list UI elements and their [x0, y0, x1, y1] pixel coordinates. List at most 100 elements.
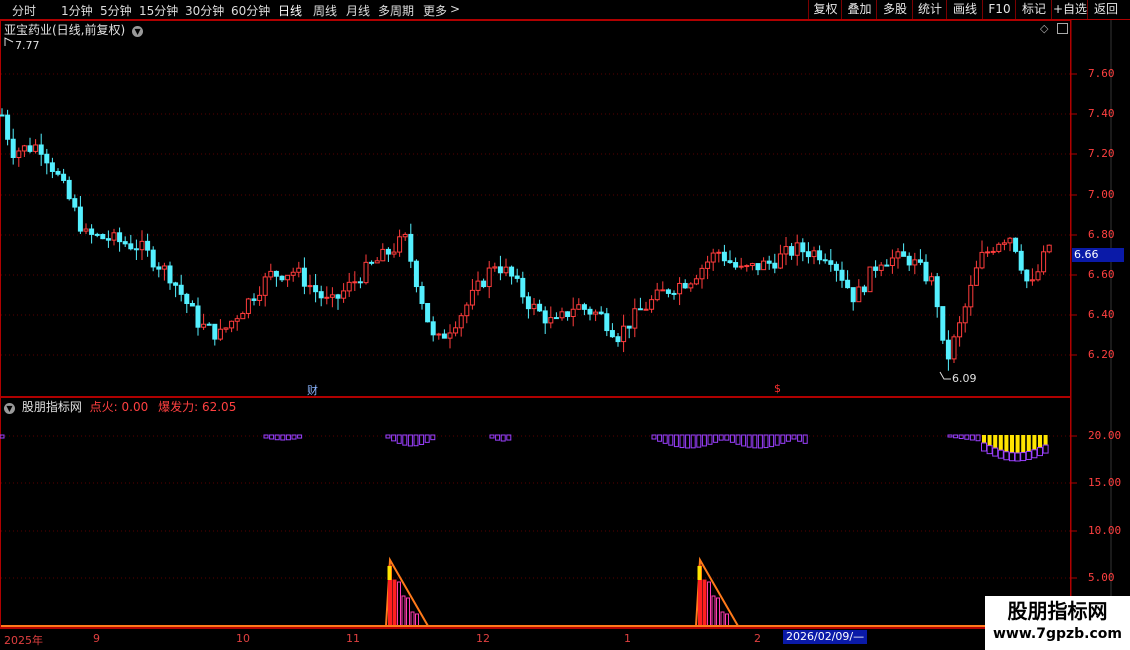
candle-body: [419, 286, 425, 304]
candle-body: [122, 241, 128, 245]
candle-body: [206, 323, 212, 326]
candle-body: [632, 308, 638, 329]
candle-body: [598, 311, 604, 315]
candle-body: [475, 280, 481, 291]
diamond-icon[interactable]: ◇: [1040, 22, 1048, 35]
candle-body: [374, 260, 380, 264]
candle-body: [822, 259, 828, 262]
main-title: 亚宝药业(日线,前复权) ▼: [4, 21, 144, 38]
candle-body: [749, 263, 755, 267]
candle-body: [559, 311, 565, 319]
candle-body: [1018, 250, 1024, 271]
spike-bar: [401, 595, 406, 627]
date-tick-label: 2025年: [4, 634, 43, 647]
indicator-bar: [752, 434, 758, 449]
candle-body: [16, 150, 22, 158]
candle-body: [783, 246, 789, 255]
candle-body: [385, 248, 391, 255]
candle-body: [660, 289, 666, 292]
finance-marker[interactable]: 财: [307, 382, 318, 398]
candle-body: [380, 248, 386, 262]
yellow-bar: [1015, 435, 1020, 453]
watermark: 股朋指标网 www.7gpzb.com: [985, 596, 1130, 650]
candle-body: [497, 266, 503, 274]
date-tick-label: 10: [236, 632, 250, 645]
candle-body: [335, 294, 341, 299]
indicator-bar: [1042, 444, 1049, 454]
indicator-pane-border: [0, 397, 1071, 628]
candle-body: [33, 144, 39, 152]
candle-body: [917, 259, 923, 263]
spike-bar: [406, 597, 410, 627]
candle-body: [677, 282, 683, 295]
candle-body: [514, 275, 520, 279]
candle-body: [27, 145, 33, 152]
candle-body: [626, 325, 632, 329]
candle-body: [654, 289, 660, 301]
candle-body: [279, 275, 285, 281]
candle-body: [856, 286, 862, 303]
candle-body: [268, 270, 274, 278]
spike-bar: [725, 613, 729, 627]
indicator-bar: [402, 434, 408, 446]
indicator-tick-label: 5.00: [1088, 571, 1115, 584]
candle-body: [867, 266, 873, 293]
indicator-name: 股朋指标网: [21, 400, 82, 414]
candle-body: [128, 243, 134, 250]
candle-body: [682, 282, 688, 289]
param2-value: 62.05: [201, 400, 237, 414]
yellow-bar: [1010, 435, 1014, 453]
candle-body: [727, 260, 733, 264]
candle-body: [492, 266, 498, 269]
candle-body: [705, 261, 711, 269]
candle-body: [5, 114, 11, 140]
watermark-url: www.7gpzb.com: [992, 626, 1122, 642]
indicator-bar: [1009, 452, 1015, 462]
high-pointer: [4, 37, 14, 46]
spike-yellow: [387, 566, 392, 580]
candle-body: [861, 286, 867, 293]
yellow-bar: [998, 435, 1003, 451]
candle-body: [671, 292, 677, 295]
chevron-down-icon[interactable]: ▼: [132, 26, 144, 37]
candle-body: [464, 304, 470, 317]
candle-body: [402, 233, 408, 238]
indicator-title: ▼ 股朋指标网 点火: 0.00 爆发力: 62.05: [4, 398, 236, 415]
stock-chart-canvas[interactable]: [0, 0, 1130, 650]
candle-body: [139, 240, 145, 251]
candle-body: [273, 270, 279, 277]
candle-body: [688, 283, 694, 289]
candle-body: [10, 138, 16, 158]
candle-body: [447, 332, 453, 339]
dollar-marker[interactable]: $: [774, 382, 781, 395]
candle-body: [133, 248, 139, 251]
candle-body: [201, 323, 207, 328]
candle-body: [576, 304, 582, 310]
candle-body: [777, 253, 783, 269]
candle-body: [195, 305, 201, 328]
candle-body: [251, 298, 257, 301]
candle-body: [1013, 237, 1019, 252]
yellow-bar: [1043, 435, 1048, 446]
price-tick-label: 6.60: [1088, 268, 1115, 281]
indicator-bar: [741, 434, 747, 447]
spike-bar: [720, 611, 725, 627]
candle-body: [621, 325, 627, 343]
candle-body: [44, 153, 50, 164]
candle-body: [469, 289, 475, 306]
candle-body: [884, 264, 890, 267]
window-icon[interactable]: [1057, 23, 1068, 34]
candle-body: [794, 242, 800, 256]
watermark-title: 股朋指标网: [1007, 599, 1108, 623]
price-tick-label: 6.20: [1088, 348, 1115, 361]
candle-body: [189, 302, 195, 307]
candle-body: [581, 304, 587, 310]
candle-body: [324, 296, 330, 299]
candle-body: [150, 249, 156, 268]
chevron-down-icon[interactable]: ▼: [4, 403, 15, 414]
candle-body: [346, 281, 352, 292]
candle-body: [413, 260, 419, 288]
stock-title: 亚宝药业(日线,前复权): [4, 23, 126, 37]
indicator-tick-label: 10.00: [1088, 524, 1122, 537]
indicator-bar: [413, 434, 419, 447]
